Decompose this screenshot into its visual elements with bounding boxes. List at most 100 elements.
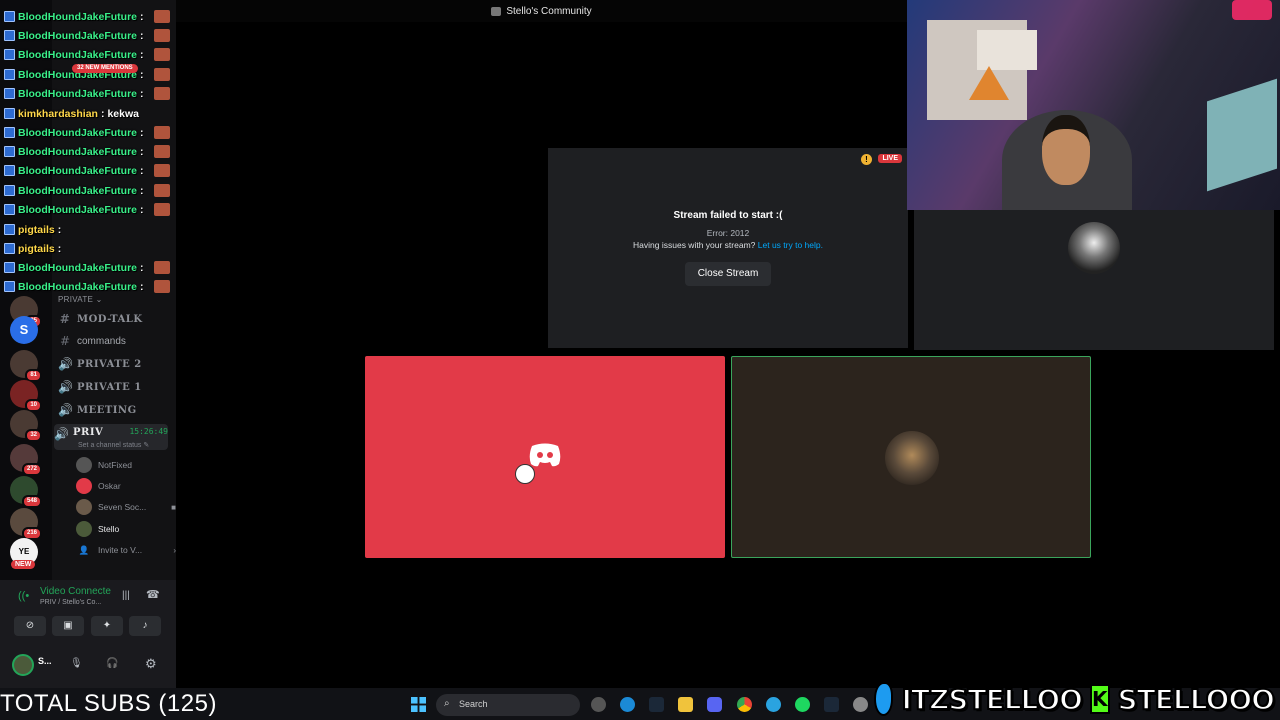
telegram-icon[interactable]	[766, 697, 781, 712]
search-placeholder: Search	[459, 699, 488, 709]
channel-private-2[interactable]: 🔊 PRIVATE 2	[58, 354, 170, 374]
soccer-ball-icon	[515, 464, 535, 484]
chat-emote-icon	[154, 280, 170, 293]
invite-to-voice[interactable]: 👤 Invite to V... ›	[76, 540, 176, 560]
warning-icon: !	[861, 154, 872, 165]
speaker-icon: 🔊	[58, 403, 74, 417]
live-badge: LIVE	[878, 154, 902, 163]
chat-separator: :	[140, 87, 144, 100]
chat-emote-icon	[154, 261, 170, 274]
wall-sign-image	[977, 30, 1037, 70]
taskbar-app-icon[interactable]	[591, 697, 606, 712]
chat-emote-icon	[154, 164, 170, 177]
voice-user-name: NotFixed	[98, 460, 133, 470]
steam-icon-2[interactable]	[824, 697, 839, 712]
participant-tile-oskar[interactable]	[365, 356, 725, 558]
chat-username: BloodHoundJakeFuture	[18, 184, 138, 197]
help-text: Having issues with your stream?	[633, 240, 756, 250]
chat-message: BloodHoundJakeFuture:	[4, 201, 170, 218]
voice-user-notfixed[interactable]: NotFixed	[76, 455, 176, 475]
windows-start-icon[interactable]	[411, 697, 426, 712]
user-avatar[interactable]	[12, 654, 34, 676]
speaker-icon: 🔊	[58, 357, 74, 371]
channel-commands[interactable]: # commands	[58, 331, 170, 351]
chat-message: BloodHoundJakeFuture:	[4, 259, 170, 276]
chat-username: pigtails	[18, 242, 55, 255]
voice-user-oskar[interactable]: Oskar	[76, 476, 176, 496]
total-subs-overlay: TOTAL SUBS (125)	[0, 690, 217, 717]
chevron-right-icon: ›	[173, 545, 176, 555]
share-screen-button[interactable]: ▣	[52, 616, 84, 636]
new-mentions-pill[interactable]: 32 NEW MENTIONS	[72, 64, 138, 73]
discord-logo-icon	[529, 443, 561, 467]
chat-username: BloodHoundJakeFuture	[18, 164, 138, 177]
chat-separator: :	[140, 184, 144, 197]
activities-button[interactable]: ✦	[91, 616, 123, 636]
voice-status: Video Connecte	[40, 586, 111, 597]
chat-message: BloodHoundJakeFuture:	[4, 162, 170, 179]
microphone-icon[interactable]: 🎙	[70, 658, 83, 669]
voice-user-seven[interactable]: Seven Soc... ■	[76, 497, 176, 517]
participant-avatar	[1068, 222, 1120, 274]
participant-tile-stello[interactable]	[731, 356, 1091, 558]
category-private[interactable]: PRIVATE ⌄	[58, 295, 103, 304]
spotify-icon[interactable]	[795, 697, 810, 712]
chat-separator: :	[57, 242, 62, 255]
chat-badge-icon	[4, 49, 15, 60]
server-icon-7[interactable]: 548	[10, 476, 42, 508]
channel-status-prompt[interactable]: Set a channel status ✎	[78, 441, 149, 449]
voice-location[interactable]: PRIV / Stello's Co...	[40, 599, 101, 606]
channel-meeting[interactable]: 🔊 MEETING	[58, 400, 170, 420]
chat-badge-icon	[4, 262, 15, 273]
voice-connection-panel: ((• Video Connecte PRIV / Stello's Co...…	[0, 580, 176, 688]
channel-label: PRIV	[73, 427, 104, 438]
server-icon-5[interactable]: 32	[10, 410, 42, 442]
server-icon-3[interactable]: 81	[10, 350, 42, 382]
voice-user-name: Oskar	[98, 481, 121, 491]
channel-mod-talk[interactable]: # MOD-TALK	[58, 309, 170, 329]
camera-off-button[interactable]: ⊘	[14, 616, 46, 636]
chat-separator: :	[140, 203, 144, 216]
server-icon-4[interactable]: 10	[10, 380, 42, 412]
chat-message: BloodHoundJakeFuture:	[4, 27, 170, 44]
chat-separator: :	[140, 280, 144, 293]
help-link[interactable]: Let us try to help.	[758, 240, 823, 250]
kick-icon: K	[1090, 684, 1110, 714]
screen-share-icon: ▣	[63, 620, 73, 631]
chat-badge-icon	[4, 69, 15, 80]
settings-taskbar-icon[interactable]	[853, 697, 868, 712]
twitter-handle: ITZSTELLOO	[900, 682, 1084, 717]
chat-badge-icon	[4, 108, 15, 119]
file-explorer-icon[interactable]	[678, 697, 693, 712]
server-icon-2[interactable]: S	[10, 316, 38, 344]
soundboard-button[interactable]: ♪	[129, 616, 161, 636]
server-icon-6[interactable]: 272	[10, 444, 42, 476]
chrome-icon[interactable]	[737, 697, 752, 712]
taskbar-search[interactable]: ⌕ Search	[436, 694, 580, 716]
chat-username: kimkhardashian	[18, 107, 98, 120]
noise-suppression-icon[interactable]: |||	[122, 590, 130, 601]
disconnect-icon[interactable]: ☎	[146, 588, 160, 601]
steam-icon[interactable]	[649, 697, 664, 712]
channel-timer: 15:26:49	[129, 427, 168, 436]
participant-tile[interactable]	[914, 210, 1274, 350]
voice-user-stello[interactable]: Stello	[76, 519, 176, 539]
channel-label: PRIVATE 2	[77, 358, 142, 370]
signal-icon: ((•	[18, 590, 30, 602]
streamer-head-image	[1042, 115, 1090, 185]
headphones-icon[interactable]: 🎧	[106, 658, 118, 669]
user-name[interactable]: S...	[38, 656, 52, 666]
chat-emote-icon	[154, 48, 170, 61]
server-icon-8[interactable]: 216	[10, 508, 42, 540]
chat-emote-icon	[154, 29, 170, 42]
voice-user-name: Stello	[98, 524, 120, 534]
channel-label: PRIVATE 1	[77, 381, 142, 393]
channel-private-1[interactable]: 🔊 PRIVATE 1	[58, 377, 170, 397]
chat-message: BloodHoundJakeFuture:	[4, 124, 170, 141]
edge-icon[interactable]	[620, 697, 635, 712]
settings-gear-icon[interactable]: ⚙	[145, 656, 157, 672]
channel-label: MEETING	[77, 404, 137, 416]
discord-taskbar-icon[interactable]	[707, 697, 722, 712]
server-badge: 32	[25, 429, 42, 442]
close-stream-button[interactable]: Close Stream	[685, 262, 771, 286]
